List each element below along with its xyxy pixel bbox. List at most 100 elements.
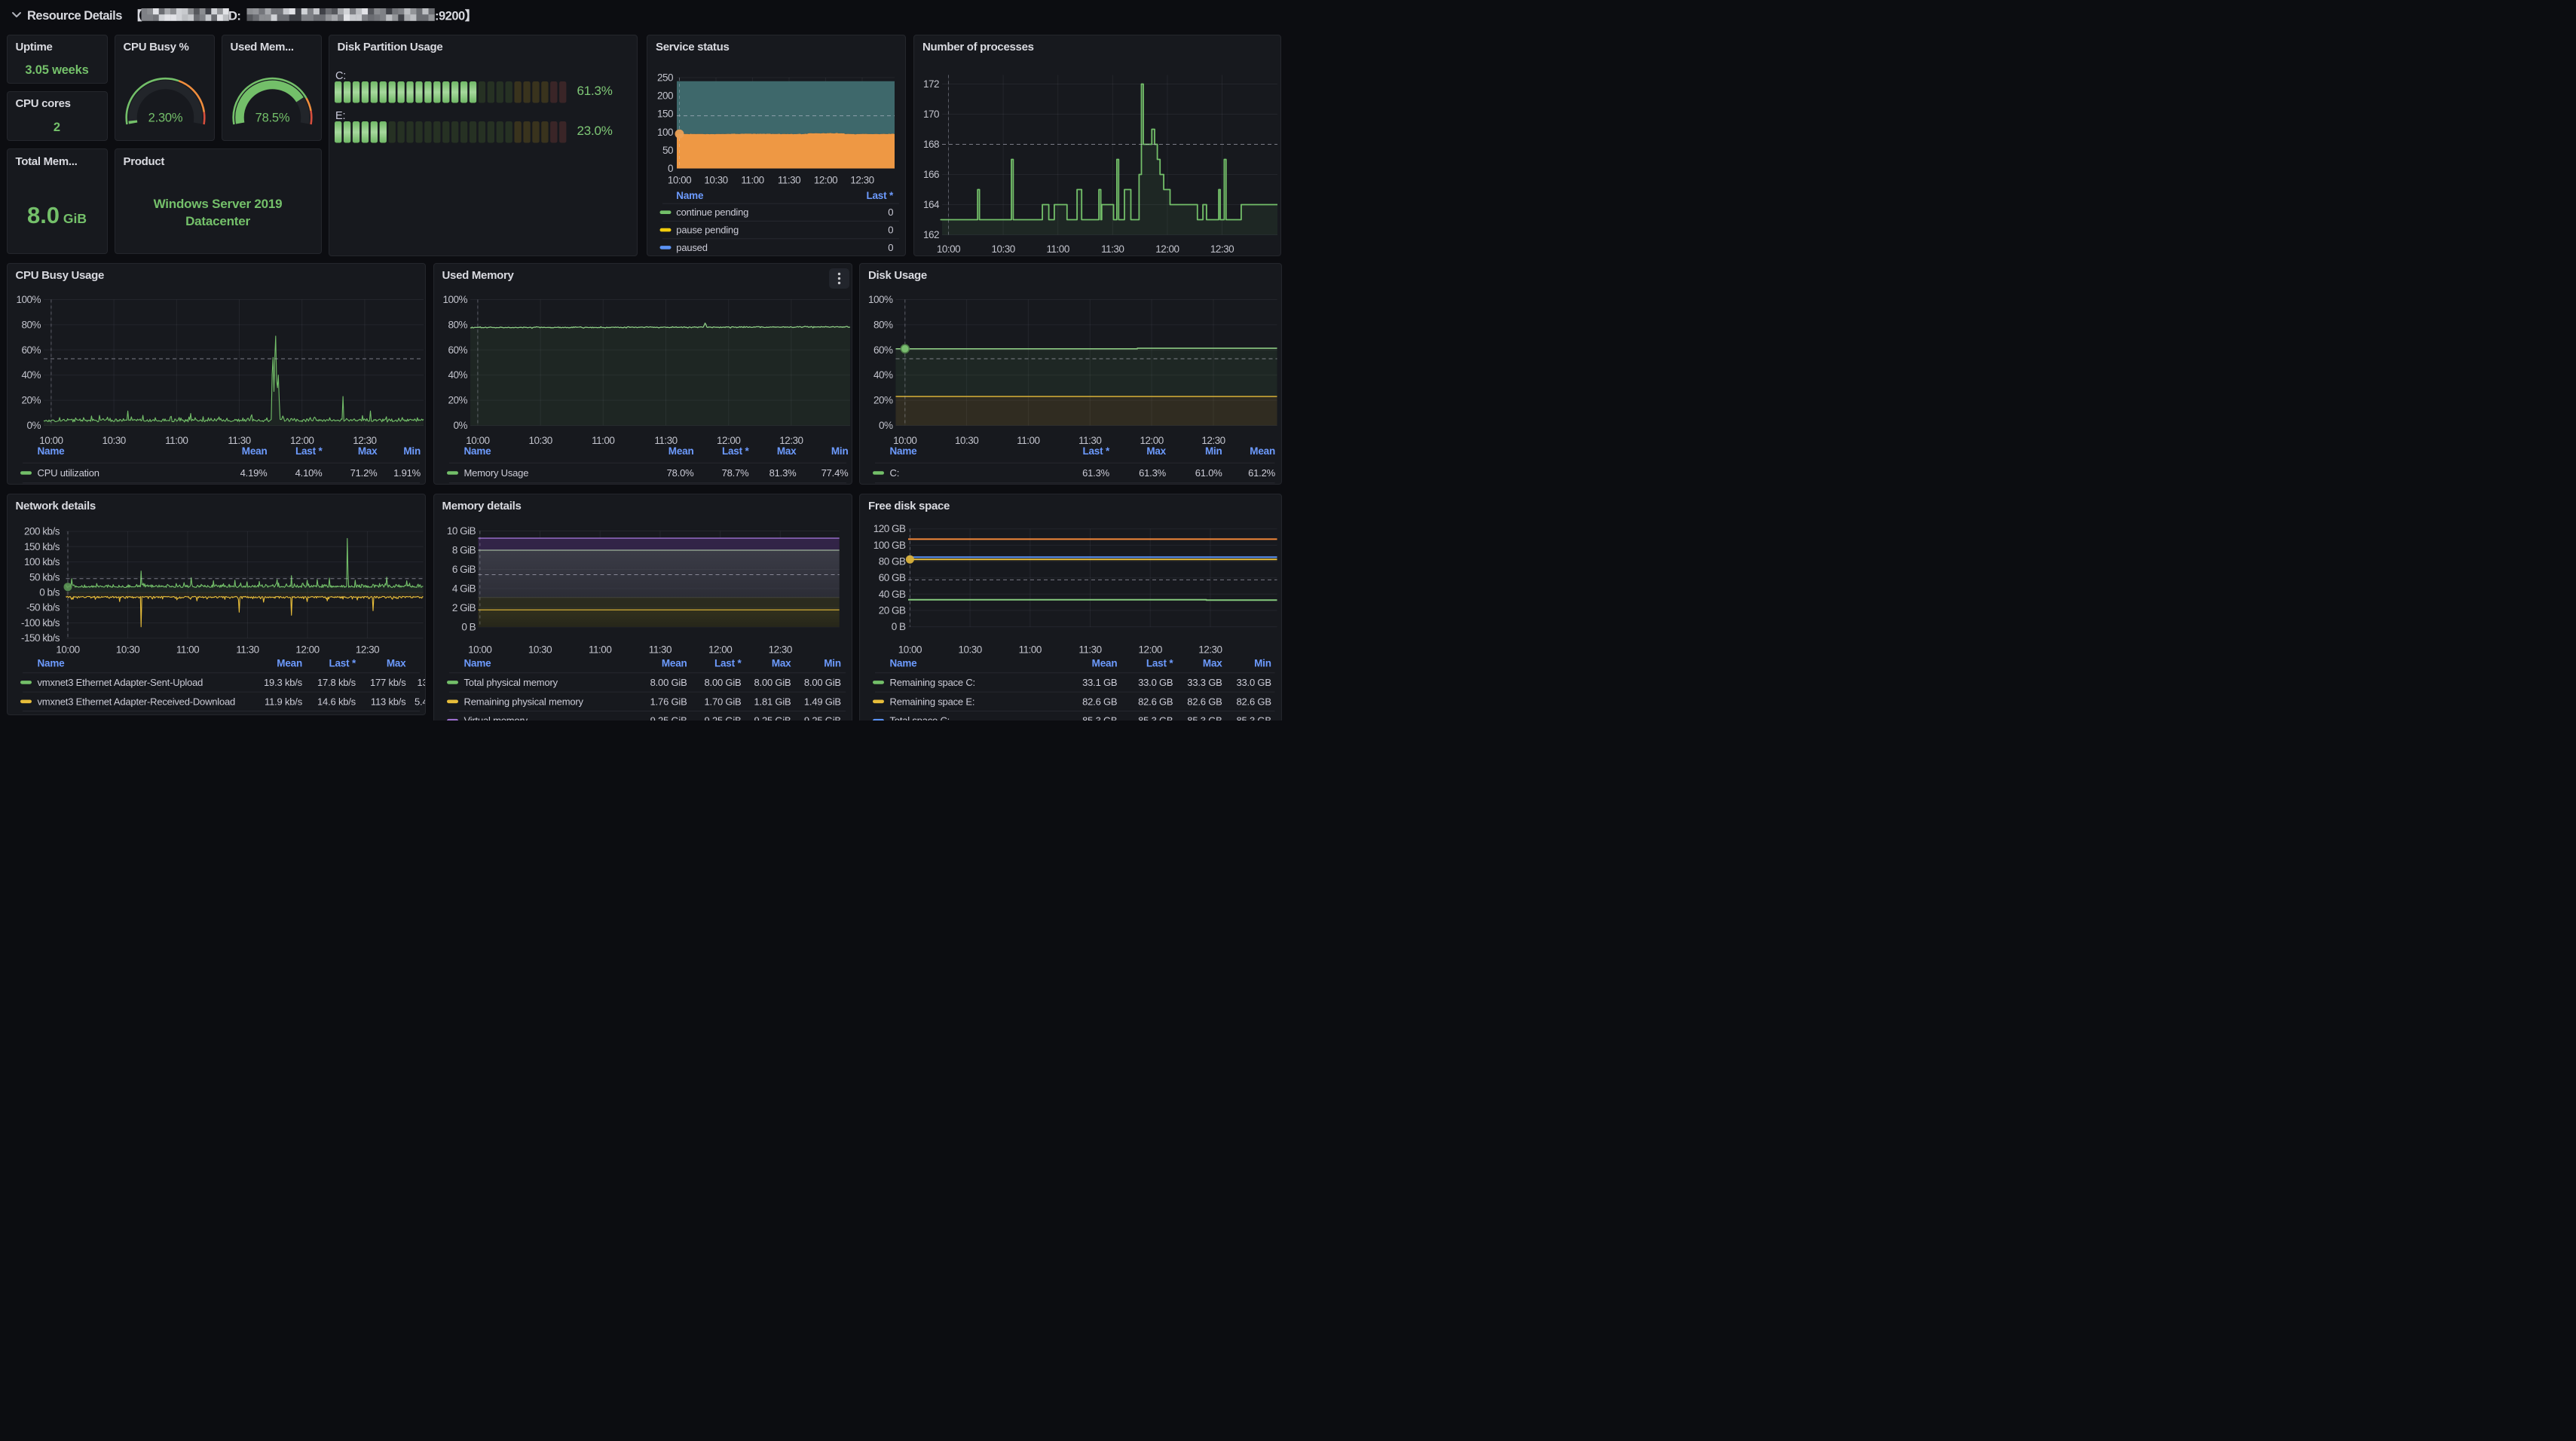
svg-text:50 kb/s: 50 kb/s (29, 571, 60, 583)
svg-text:100 kb/s: 100 kb/s (23, 556, 60, 568)
svg-text:168: 168 (923, 139, 939, 150)
svg-text:60%: 60% (448, 344, 467, 355)
svg-text:Last *: Last * (721, 445, 749, 457)
svg-text:0: 0 (668, 163, 673, 174)
svg-text:10:00: 10:00 (668, 174, 691, 185)
svg-text:11:00: 11:00 (592, 435, 614, 446)
svg-text:40%: 40% (21, 369, 41, 381)
svg-text:33.0 GB: 33.0 GB (1138, 676, 1173, 687)
svg-text:0 b/s: 0 b/s (39, 586, 60, 598)
svg-text:6 GiB: 6 GiB (451, 564, 476, 575)
svg-text:0 B: 0 B (461, 621, 476, 632)
svg-text:85.3 GB: 85.3 GB (1237, 714, 1271, 720)
svg-text:pause pending: pause pending (676, 224, 739, 235)
svg-text:82.6 GB: 82.6 GB (1082, 696, 1117, 707)
svg-text:11:00: 11:00 (741, 174, 763, 185)
svg-text:10:00: 10:00 (56, 644, 79, 655)
svg-text:11:30: 11:30 (1078, 644, 1101, 655)
svg-text:78.0%: 78.0% (666, 467, 694, 479)
svg-text:-100 kb/s: -100 kb/s (20, 617, 60, 629)
svg-text:12:30: 12:30 (779, 435, 803, 446)
svg-text:1.76 GiB: 1.76 GiB (650, 696, 687, 707)
svg-text:Name: Name (890, 445, 918, 457)
svg-text:12:00: 12:00 (290, 435, 314, 446)
svg-text:Mean: Mean (241, 445, 267, 457)
svg-text:10:00: 10:00 (39, 435, 63, 446)
svg-text:Mean: Mean (661, 657, 687, 668)
svg-text:170: 170 (923, 109, 939, 120)
svg-text:1.49 GiB: 1.49 GiB (803, 696, 840, 707)
svg-text:Min: Min (831, 445, 848, 457)
svg-text:continue pending: continue pending (676, 207, 748, 218)
svg-text:23.0%: 23.0% (577, 124, 612, 138)
svg-text:0 B: 0 B (892, 621, 906, 632)
svg-text:10:30: 10:30 (955, 435, 978, 446)
svg-text:60%: 60% (21, 344, 41, 355)
svg-text:20%: 20% (448, 394, 467, 405)
svg-text:100: 100 (657, 126, 673, 137)
svg-text:1.70 GiB: 1.70 GiB (704, 696, 741, 707)
svg-text:Remaining space C:: Remaining space C: (890, 676, 975, 687)
svg-text:85.3 GB: 85.3 GB (1082, 714, 1117, 720)
svg-text:12:30: 12:30 (355, 644, 378, 655)
svg-text:Virtual memory: Virtual memory (463, 714, 528, 720)
svg-text:12:30: 12:30 (850, 174, 873, 185)
svg-text:Max: Max (771, 657, 791, 668)
svg-text:Name: Name (676, 190, 704, 201)
svg-text:33.3 GB: 33.3 GB (1187, 676, 1222, 687)
svg-text:162: 162 (923, 229, 939, 240)
svg-text:40%: 40% (448, 369, 467, 381)
svg-text:C:: C: (335, 70, 346, 82)
svg-text:172: 172 (923, 78, 939, 90)
svg-text:9.25 GiB: 9.25 GiB (704, 714, 741, 720)
svg-text:61.0%: 61.0% (1195, 467, 1223, 479)
svg-text:1.81 GiB: 1.81 GiB (754, 696, 791, 707)
svg-text:Name: Name (463, 445, 491, 457)
svg-text:Remaining physical memory: Remaining physical memory (463, 696, 583, 707)
svg-text:11:00: 11:00 (1019, 644, 1042, 655)
svg-text:5.42 kb/s: 5.42 kb/s (415, 696, 426, 707)
svg-text:8.00 GiB: 8.00 GiB (650, 676, 687, 687)
svg-text:Max: Max (1146, 445, 1166, 457)
svg-text:0%: 0% (453, 420, 467, 431)
svg-text:Name: Name (890, 657, 918, 668)
svg-text:11:30: 11:30 (648, 644, 671, 655)
svg-text:19.3 kb/s: 19.3 kb/s (264, 676, 303, 687)
svg-text:10 GiB: 10 GiB (446, 525, 476, 537)
svg-text:177 kb/s: 177 kb/s (369, 676, 405, 687)
svg-text:11:30: 11:30 (1078, 435, 1101, 446)
svg-text:Name: Name (37, 657, 65, 668)
svg-text:9.25 GiB: 9.25 GiB (803, 714, 840, 720)
svg-text:166: 166 (923, 169, 939, 180)
svg-text:80%: 80% (448, 319, 467, 330)
svg-text:Min: Min (1205, 445, 1222, 457)
svg-text:61.3%: 61.3% (577, 84, 612, 98)
svg-text:Max: Max (776, 445, 796, 457)
svg-text:12:00: 12:00 (1155, 243, 1179, 254)
svg-text:11:30: 11:30 (778, 174, 800, 185)
svg-text:11:00: 11:00 (165, 435, 188, 446)
svg-text:164: 164 (923, 199, 940, 210)
svg-text:50: 50 (662, 144, 673, 155)
svg-text:Min: Min (824, 657, 841, 668)
svg-text:150 kb/s: 150 kb/s (23, 540, 60, 552)
svg-text:250: 250 (657, 72, 673, 83)
svg-text:10:30: 10:30 (115, 644, 139, 655)
svg-text::9200】: :9200】 (435, 9, 477, 23)
svg-text:80%: 80% (21, 319, 41, 330)
svg-text:Name: Name (463, 657, 491, 668)
svg-text:100 GB: 100 GB (873, 539, 906, 550)
svg-text:Mean: Mean (1092, 657, 1118, 668)
svg-text:33.0 GB: 33.0 GB (1237, 676, 1271, 687)
svg-text:10:00: 10:00 (466, 435, 489, 446)
svg-text:12:00: 12:00 (814, 174, 837, 185)
svg-text:11:30: 11:30 (236, 644, 259, 655)
svg-text:20%: 20% (21, 394, 41, 405)
svg-text:Resource Details: Resource Details (27, 9, 122, 23)
svg-text:11:30: 11:30 (1101, 243, 1124, 254)
svg-text:200: 200 (657, 90, 673, 101)
svg-text:11.9 kb/s: 11.9 kb/s (265, 696, 303, 707)
svg-text:2 GiB: 2 GiB (451, 601, 476, 613)
svg-text:40%: 40% (873, 369, 893, 381)
svg-text:Remaining space E:: Remaining space E: (890, 696, 975, 707)
